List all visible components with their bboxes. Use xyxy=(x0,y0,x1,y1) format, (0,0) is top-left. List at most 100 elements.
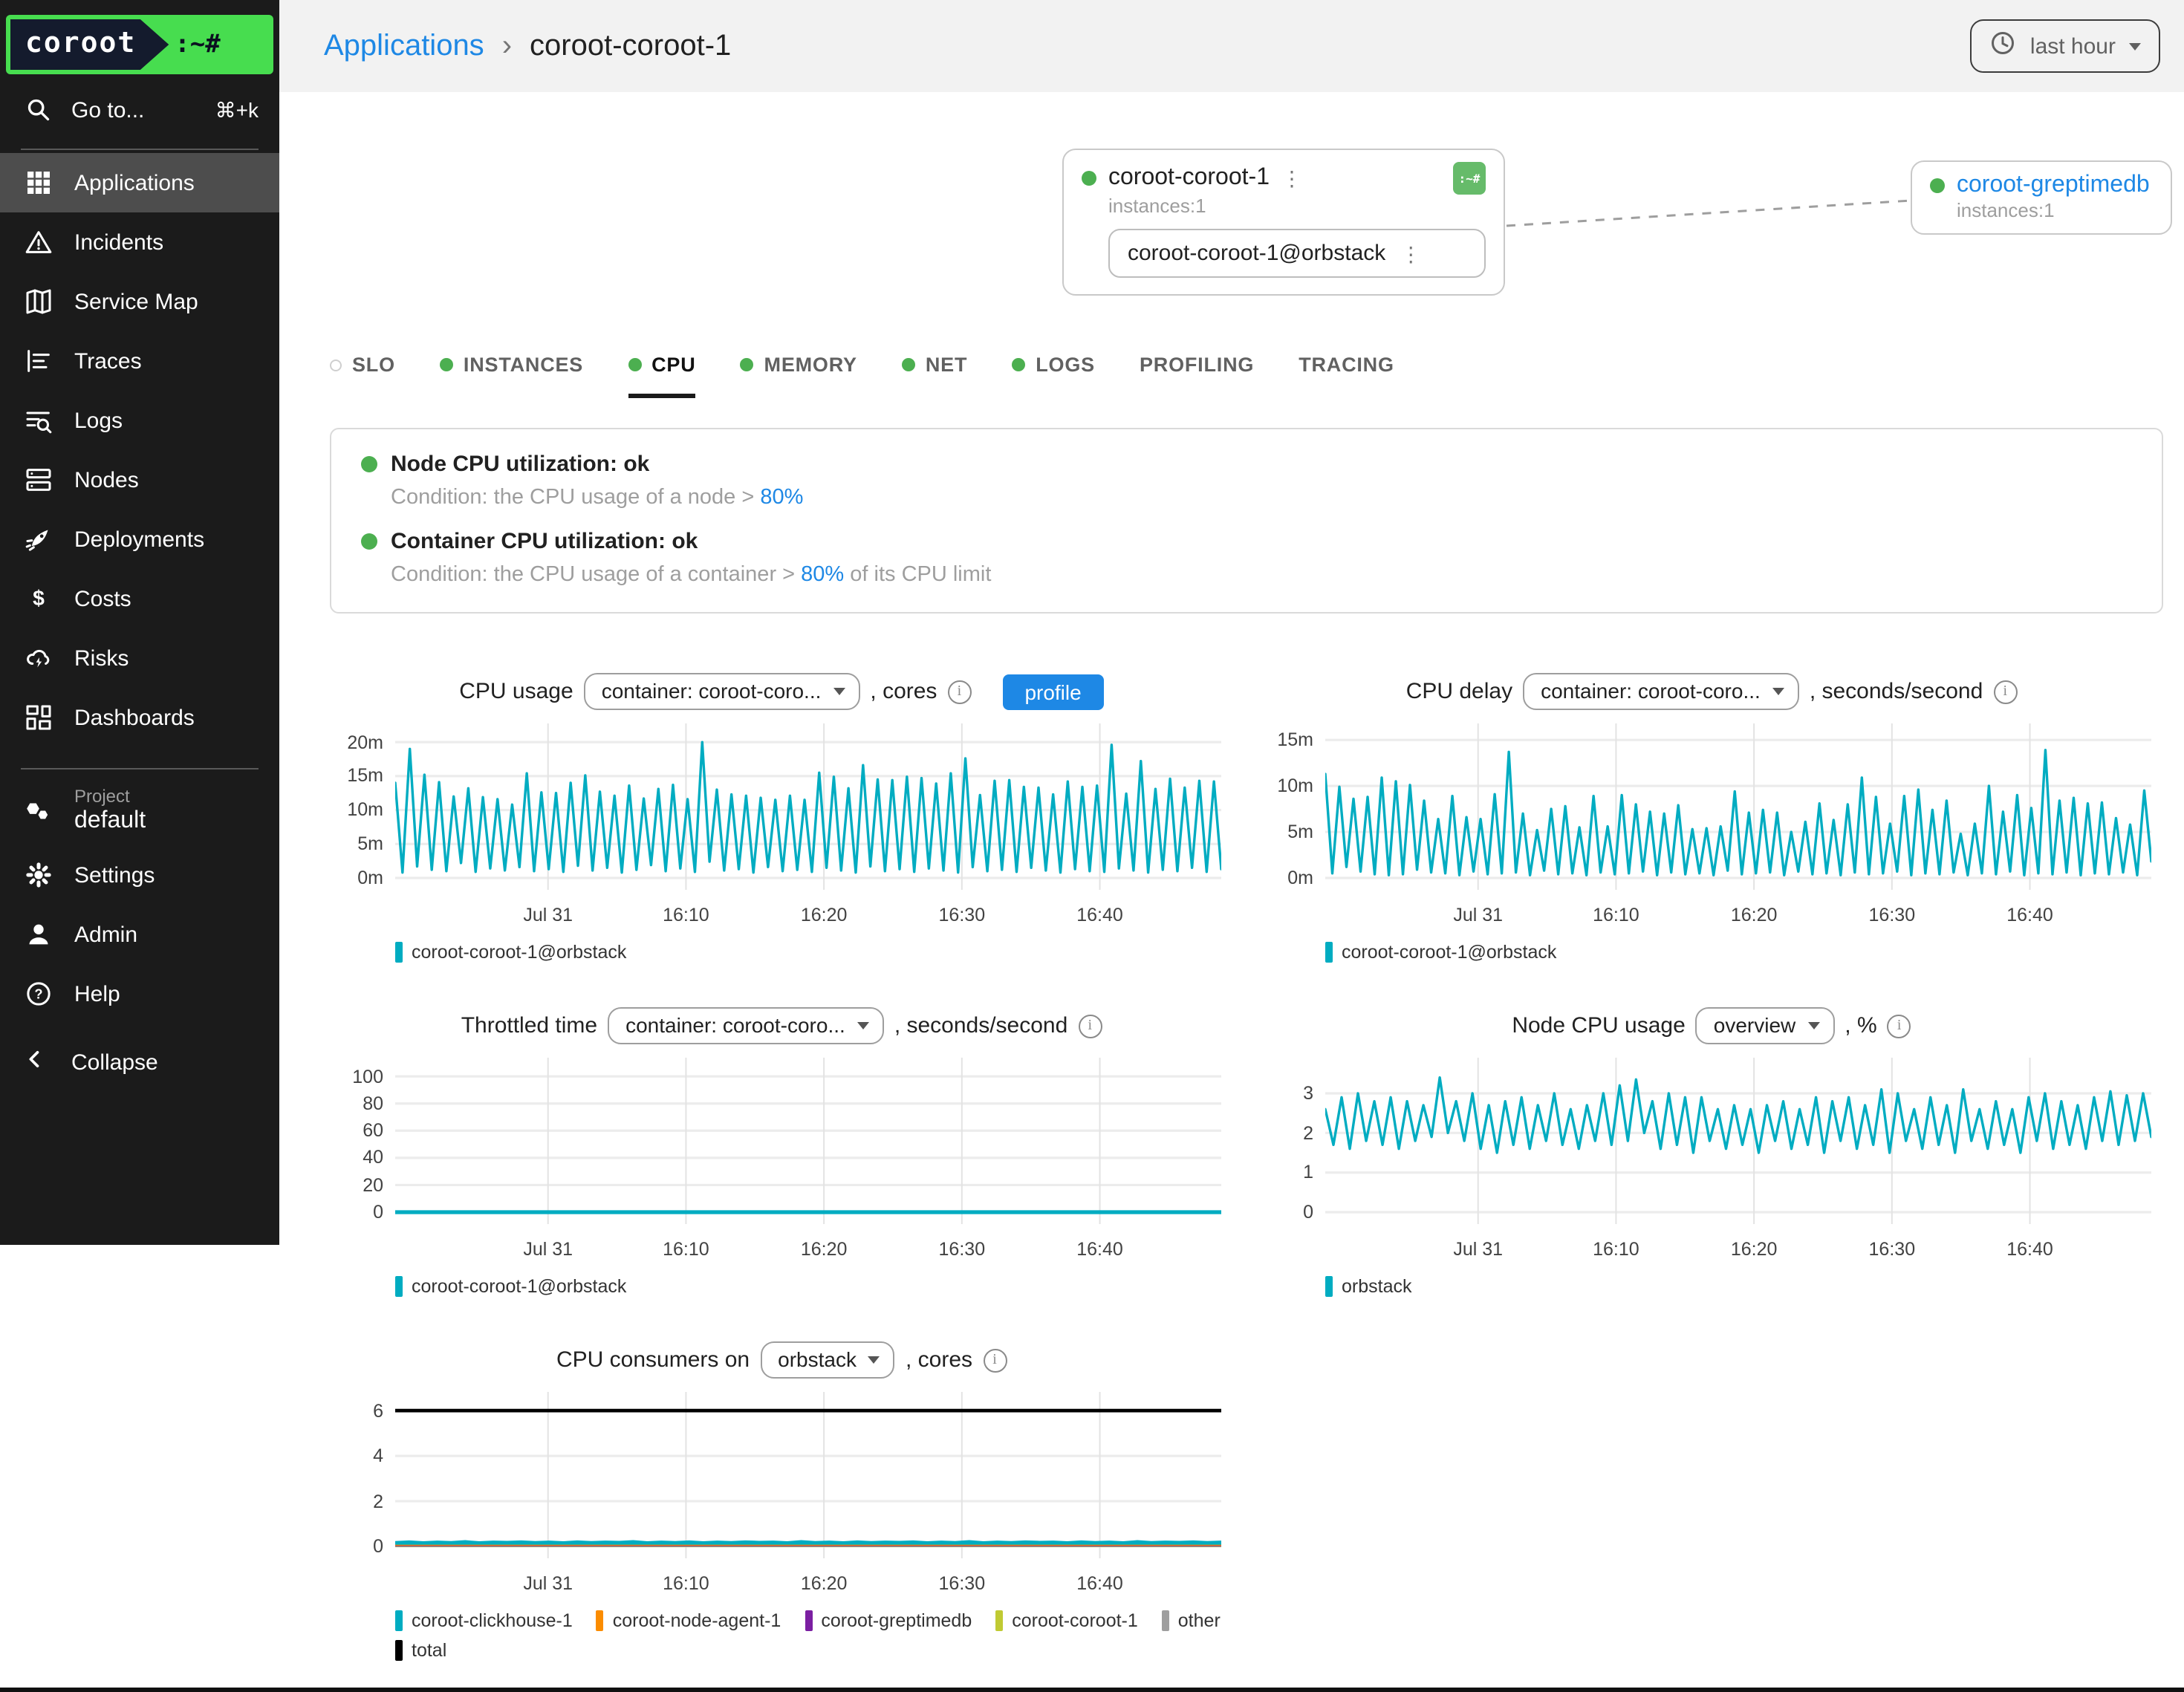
tab-net[interactable]: NET xyxy=(902,354,967,398)
sidebar-item-settings[interactable]: Settings xyxy=(0,845,279,905)
legend-item-coroot-greptimedb[interactable]: coroot-greptimedb xyxy=(805,1610,972,1631)
chart-unit-label: , cores xyxy=(906,1347,972,1373)
chart-plot-area[interactable] xyxy=(1325,723,2151,890)
goto-search[interactable]: Go to... ⌘+k xyxy=(0,74,279,146)
breadcrumb-separator-icon: › xyxy=(502,29,512,63)
sidebar-collapse-button[interactable]: Collapse xyxy=(0,1029,279,1095)
sidebar-item-admin[interactable]: Admin xyxy=(0,905,279,964)
info-icon[interactable]: i xyxy=(1078,1014,1102,1038)
y-tick-label: 40 xyxy=(363,1148,383,1168)
tab-profiling[interactable]: PROFILING xyxy=(1140,354,1254,398)
chart-selector-dropdown[interactable]: container: coroot-coro... xyxy=(608,1007,884,1044)
sidebar-item-label: Dashboards xyxy=(74,705,195,730)
legend-label: coroot-node-agent-1 xyxy=(613,1610,781,1631)
chart-unit-label: , cores xyxy=(870,679,937,704)
time-range-picker[interactable]: last hour xyxy=(1971,19,2160,73)
app-card-name[interactable]: coroot-coroot-1 xyxy=(1108,165,1270,192)
kebab-menu-icon[interactable]: ⋮ xyxy=(1400,246,1421,261)
sidebar-item-service-map[interactable]: Service Map xyxy=(0,272,279,331)
legend-item-other[interactable]: other xyxy=(1162,1610,1221,1631)
info-icon[interactable]: i xyxy=(1993,680,2017,703)
legend-item-coroot-coroot-1-orbstack[interactable]: coroot-coroot-1@orbstack xyxy=(1325,942,1556,963)
sidebar-nav: ApplicationsIncidentsService Map Traces Lo… xyxy=(0,153,279,747)
tab-cpu[interactable]: CPU xyxy=(628,354,695,398)
sidebar-item-nodes[interactable]: Nodes xyxy=(0,450,279,510)
status-dot xyxy=(1930,178,1945,193)
chart-header: CPU delaycontainer: coroot-coro..., seco… xyxy=(1260,673,2163,710)
chart-plot-area[interactable] xyxy=(395,723,1221,890)
tab-label: NET xyxy=(926,354,967,376)
legend-color-mark xyxy=(395,1276,403,1297)
sidebar-item-incidents[interactable]: Incidents xyxy=(0,212,279,272)
legend-item-orbstack[interactable]: orbstack xyxy=(1325,1276,1412,1297)
sidebar-item-label: Nodes xyxy=(74,467,139,492)
chart-selector-value: container: coroot-coro... xyxy=(625,1013,845,1037)
sidebar-item-logs[interactable]: Logs xyxy=(0,391,279,450)
chart-title: CPU usage xyxy=(459,679,573,704)
chart-selector-dropdown[interactable]: overview xyxy=(1696,1007,1835,1044)
kebab-menu-icon[interactable]: ⋮ xyxy=(1281,171,1302,186)
sidebar-item-dashboards[interactable]: Dashboards xyxy=(0,688,279,747)
collapse-label: Collapse xyxy=(71,1050,158,1075)
svg-text:$: $ xyxy=(33,587,45,611)
info-icon[interactable]: i xyxy=(983,1348,1007,1372)
check-container-cpu-utilization: Container CPU utilization: okCondition: … xyxy=(361,529,2132,587)
sidebar-item-label: Help xyxy=(74,981,120,1006)
check-threshold-link[interactable]: 80% xyxy=(760,486,803,510)
dollar-icon: $ xyxy=(24,584,53,614)
app-card-instances: instances:1 xyxy=(1108,195,1486,218)
sidebar-item-project[interactable]: Project default xyxy=(0,772,279,845)
chart-selector-dropdown[interactable]: container: coroot-coro... xyxy=(584,673,860,710)
chart-plot-area[interactable] xyxy=(395,1392,1221,1558)
chart-selector-value: orbstack xyxy=(778,1347,857,1371)
chart-plot-area[interactable] xyxy=(395,1058,1221,1224)
y-tick-label: 3 xyxy=(1303,1083,1313,1104)
tab-instances[interactable]: INSTANCES xyxy=(440,354,583,398)
sidebar-divider xyxy=(21,768,259,769)
chart-selector-dropdown[interactable]: container: coroot-coro... xyxy=(1523,673,1799,710)
check-title: Node CPU utilization: ok xyxy=(391,452,649,477)
coroot-logo-suffix: :~# xyxy=(175,30,220,59)
tab-logs[interactable]: LOGS xyxy=(1012,354,1095,398)
chart-selector-dropdown[interactable]: orbstack xyxy=(760,1341,895,1379)
legend-item-coroot-clickhouse-1[interactable]: coroot-clickhouse-1 xyxy=(395,1610,573,1631)
legend-item-total[interactable]: total xyxy=(395,1640,446,1661)
main-content: Applications › coroot-coroot-1 last hour… xyxy=(279,0,2184,1692)
tab-tracing[interactable]: TRACING xyxy=(1299,354,1394,398)
sidebar-item-risks[interactable]: Risks xyxy=(0,628,279,688)
tab-slo[interactable]: SLO xyxy=(330,354,395,398)
chart-legend: coroot-coroot-1@orbstack xyxy=(395,1276,1233,1297)
sidebar-item-label: Admin xyxy=(74,922,137,947)
apps-icon xyxy=(24,168,53,198)
tab-memory[interactable]: MEMORY xyxy=(741,354,857,398)
cloud-bolt-icon xyxy=(24,643,53,673)
logs-icon xyxy=(24,406,53,435)
legend-item-coroot-node-agent-1[interactable]: coroot-node-agent-1 xyxy=(597,1610,781,1631)
y-tick-label: 60 xyxy=(363,1120,383,1141)
sidebar-item-help[interactable]: ?Help xyxy=(0,964,279,1024)
legend-label: coroot-clickhouse-1 xyxy=(412,1610,573,1631)
breadcrumb-applications-link[interactable]: Applications xyxy=(324,29,484,63)
coroot-logo[interactable]: coroot :~# xyxy=(6,15,273,74)
instance-item[interactable]: coroot-coroot-1@orbstack ⋮ xyxy=(1108,229,1486,278)
legend-color-mark xyxy=(995,1610,1003,1631)
chart-legend: coroot-coroot-1@orbstack xyxy=(1325,942,2163,963)
check-threshold-link[interactable]: 80% xyxy=(801,563,844,587)
sidebar-item-deployments[interactable]: Deployments xyxy=(0,510,279,569)
legend-item-coroot-coroot-1[interactable]: coroot-coroot-1 xyxy=(995,1610,1138,1631)
sidebar-item-traces[interactable]: Traces xyxy=(0,331,279,391)
legend-item-coroot-coroot-1-orbstack[interactable]: coroot-coroot-1@orbstack xyxy=(395,942,626,963)
sidebar-item-label: Traces xyxy=(74,348,142,374)
chart-plot-area[interactable] xyxy=(1325,1058,2151,1224)
peer-card-name[interactable]: coroot-greptimedb xyxy=(1957,172,2150,199)
chart-legend: orbstack xyxy=(1325,1276,2163,1297)
profile-button[interactable]: profile xyxy=(1002,674,1103,709)
x-tick-label: 16:40 xyxy=(1986,1239,2075,1260)
info-icon[interactable]: i xyxy=(1888,1014,1911,1038)
info-icon[interactable]: i xyxy=(947,680,971,703)
sidebar-item-costs[interactable]: $Costs xyxy=(0,569,279,628)
sidebar-item-applications[interactable]: Applications xyxy=(0,153,279,212)
legend-item-coroot-coroot-1-orbstack[interactable]: coroot-coroot-1@orbstack xyxy=(395,1276,626,1297)
sidebar-item-label: Risks xyxy=(74,645,129,671)
x-tick-label: Jul 31 xyxy=(504,905,593,925)
